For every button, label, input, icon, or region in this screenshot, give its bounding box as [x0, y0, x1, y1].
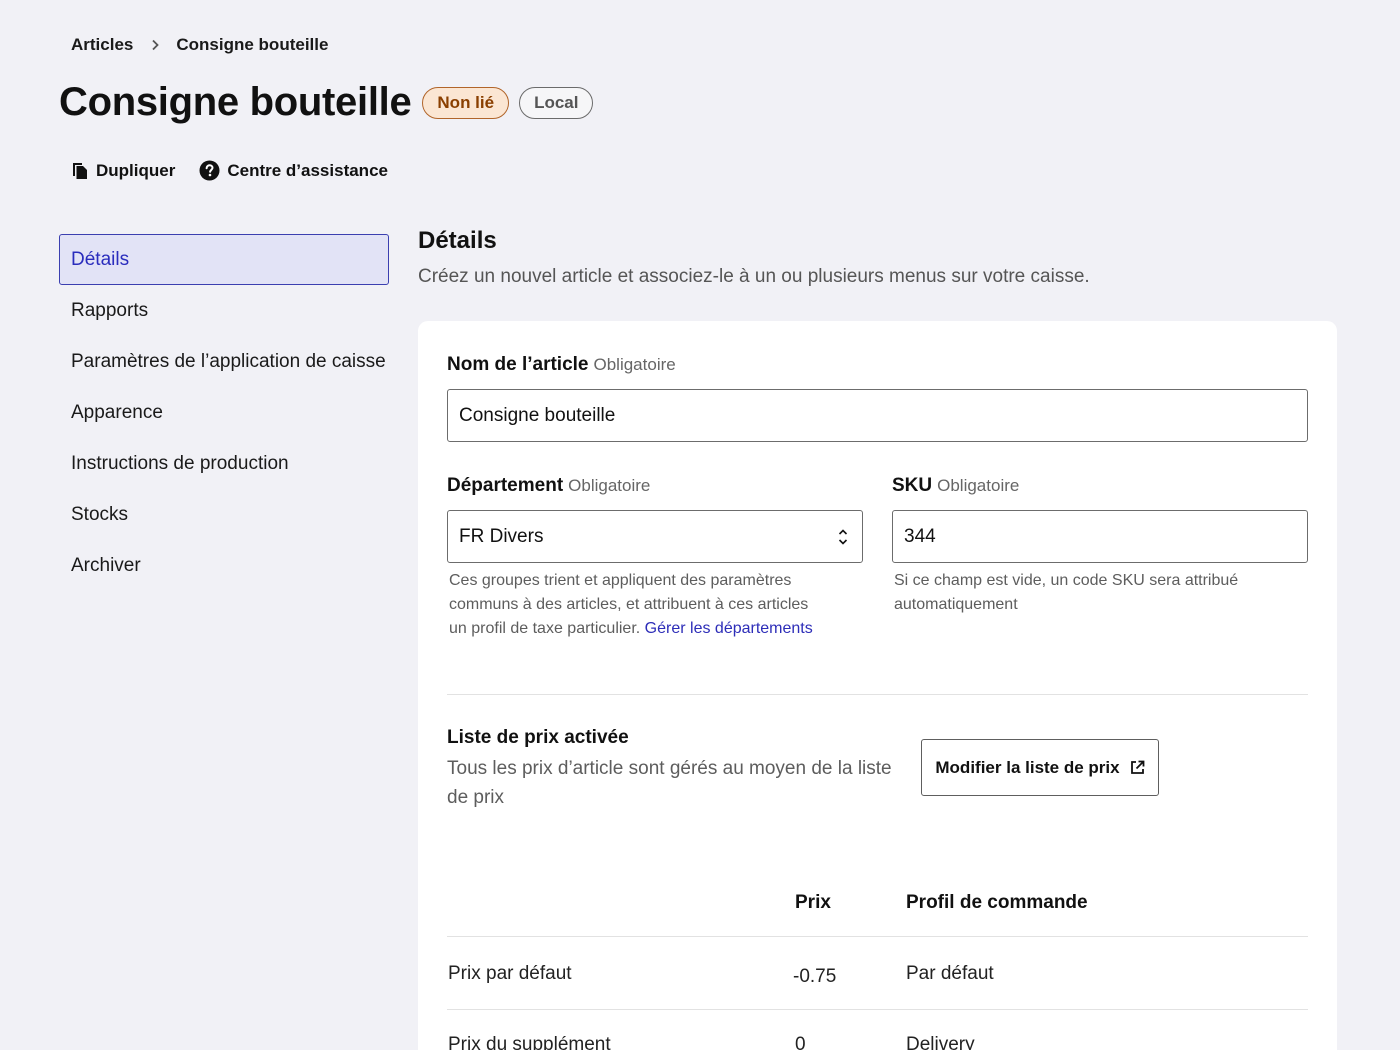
section-description: Créez un nouvel article et associez-le à…	[418, 266, 1090, 287]
breadcrumb-current: Consigne bouteille	[176, 35, 329, 54]
sku-help: Si ce champ est vide, un code SKU sera a…	[894, 572, 1239, 613]
chevron-up-down-icon	[838, 528, 848, 546]
breadcrumb-articles-link[interactable]: Articles	[71, 35, 133, 55]
item-detail-page: Articles Consigne bouteille Consigne bou…	[0, 0, 1400, 1050]
scope-badge: Local	[519, 86, 594, 119]
edit-price-list-button[interactable]: Modifier la liste de prix	[921, 739, 1159, 796]
item-name-label-text: Nom de l’article	[447, 354, 589, 375]
item-name-label: Nom de l’article Obligatoire	[447, 354, 676, 376]
section-divider	[447, 694, 1308, 695]
duplicate-label: Dupliquer	[96, 160, 176, 180]
item-name-field[interactable]	[447, 389, 1308, 442]
department-value: FR Divers	[459, 525, 544, 547]
sidebar-item-stock[interactable]: Stocks	[59, 489, 389, 540]
department-label: Département Obligatoire	[447, 475, 650, 497]
sidebar-item-appearance[interactable]: Apparence	[59, 387, 389, 438]
copy-icon	[71, 161, 89, 181]
sidebar-item-production-instructions[interactable]: Instructions de production	[59, 438, 389, 489]
row-default-price-value: -0.75	[793, 966, 837, 987]
external-link-icon	[1130, 760, 1145, 775]
section-title: Détails	[418, 227, 497, 254]
sku-label-text: SKU	[892, 475, 933, 496]
manage-departments-link[interactable]: Gérer les départements	[645, 620, 813, 637]
question-circle-icon	[199, 160, 220, 181]
row-supplement-price-label: Prix du supplément	[448, 1034, 611, 1050]
sidebar-nav: Détails Rapports Paramètres de l’applica…	[59, 234, 389, 591]
breadcrumb: Articles Consigne bouteille	[71, 35, 328, 55]
status-badge: Non lié	[422, 86, 510, 119]
edit-price-list-label: Modifier la liste de prix	[935, 757, 1120, 777]
row-default-price-label: Prix par défaut	[448, 963, 572, 984]
row-supplement-price-profile: Delivery	[906, 1034, 975, 1050]
details-card: Nom de l’articleObligatoire DépartementO…	[418, 321, 1337, 1050]
row-supplement-price-value: 0	[795, 1034, 806, 1050]
title-row: Consigne bouteille Non lié Local	[59, 80, 594, 125]
table-header-divider	[447, 936, 1308, 937]
price-list-title: Liste de prix activée	[447, 727, 629, 748]
order-profile-column-header: Profil de commande	[906, 892, 1088, 913]
department-select[interactable]: FR Divers	[447, 510, 863, 563]
required-hint: Obligatoire	[937, 476, 1020, 495]
department-label-text: Département	[447, 475, 564, 496]
price-list-description: Tous les prix d’article sont gérés au mo…	[447, 758, 892, 808]
required-hint: Obligatoire	[568, 476, 651, 495]
duplicate-button[interactable]: Dupliquer	[71, 161, 175, 181]
sku-input[interactable]	[904, 511, 1307, 562]
sidebar-item-archive[interactable]: Archiver	[59, 540, 389, 591]
row-default-price-profile: Par défaut	[906, 963, 994, 984]
help-center-button[interactable]: Centre d’assistance	[199, 160, 388, 181]
page-title: Consigne bouteille	[59, 80, 412, 124]
item-name-input[interactable]	[459, 390, 1307, 441]
sidebar-item-reports[interactable]: Rapports	[59, 285, 389, 336]
sku-label: SKU Obligatoire	[892, 475, 1019, 497]
sidebar-item-details[interactable]: Détails	[59, 234, 389, 285]
department-help: Ces groupes trient et appliquent des par…	[449, 569, 829, 641]
help-center-label: Centre d’assistance	[227, 160, 388, 180]
sku-field[interactable]	[892, 510, 1308, 563]
table-row-divider	[447, 1009, 1308, 1010]
required-hint: Obligatoire	[593, 355, 676, 374]
chevron-right-icon	[151, 39, 160, 51]
price-column-header: Prix	[795, 892, 831, 913]
page-actions: Dupliquer Centre d’assistance	[71, 160, 412, 181]
sidebar-item-pos-settings[interactable]: Paramètres de l’application de caisse	[59, 336, 389, 387]
